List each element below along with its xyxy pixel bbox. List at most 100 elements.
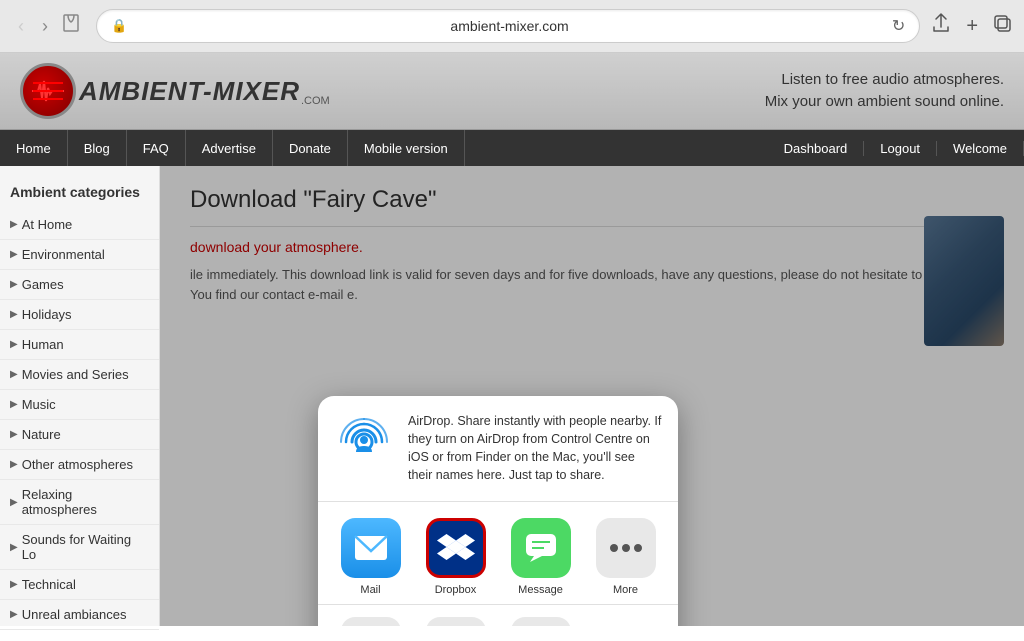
nav-dashboard[interactable]: Dashboard — [768, 141, 865, 156]
sidebar-arrow: ▶ — [10, 369, 18, 380]
nav-buttons: ‹ › — [12, 12, 86, 41]
sidebar-label: Unreal ambiances — [22, 607, 127, 622]
copy-icon — [426, 617, 486, 627]
sidebar-label: Music — [22, 397, 56, 412]
share-dropbox[interactable]: Dropbox — [421, 518, 491, 596]
sidebar-arrow: ▶ — [10, 249, 18, 260]
sidebar-label: Holidays — [22, 307, 72, 322]
sidebar-arrow: ▶ — [10, 497, 18, 508]
sidebar-arrow: ▶ — [10, 219, 18, 230]
sidebar-arrow: ▶ — [10, 579, 18, 590]
sidebar-item-technical[interactable]: ▶ Technical — [0, 570, 159, 600]
nav-mobile[interactable]: Mobile version — [348, 130, 465, 166]
sidebar-item-games[interactable]: ▶ Games — [0, 270, 159, 300]
sidebar-item-sounds[interactable]: ▶ Sounds for Waiting Lo — [0, 525, 159, 570]
share-mail[interactable]: Mail — [336, 518, 406, 596]
share-icons-row1: Mail — [318, 502, 678, 605]
sidebar: Ambient categories ▶ At Home ▶ Environme… — [0, 166, 160, 626]
sidebar-arrow: ▶ — [10, 609, 18, 620]
windows-button[interactable] — [992, 13, 1012, 39]
new-tab-button[interactable]: + — [966, 15, 978, 38]
url-text: ambient-mixer.com — [135, 18, 884, 34]
address-bar[interactable]: 🔒 ambient-mixer.com ↻ — [96, 9, 920, 43]
nav-blog[interactable]: Blog — [68, 130, 127, 166]
website: AMBIENT-MIXER .COM Listen to free audio … — [0, 53, 1024, 641]
share-button[interactable] — [930, 12, 952, 40]
logo-area: AMBIENT-MIXER .COM — [20, 63, 330, 119]
logo-icon — [20, 63, 76, 119]
airdrop-text: AirDrop. Share instantly with people nea… — [408, 412, 662, 485]
share-more[interactable]: More — [591, 518, 661, 596]
dropbox-label: Dropbox — [435, 584, 477, 596]
save-files-icon — [341, 617, 401, 627]
nav-logout[interactable]: Logout — [864, 141, 937, 156]
share-popup: AirDrop. Share instantly with people nea… — [318, 396, 678, 626]
message-icon — [511, 518, 571, 578]
browser-actions: + — [930, 12, 1012, 40]
more2-dots-icon — [511, 617, 571, 627]
sidebar-label: Human — [22, 337, 64, 352]
sidebar-arrow: ▶ — [10, 309, 18, 320]
tagline-line1: Listen to free audio atmospheres. — [765, 69, 1004, 92]
sidebar-item-environmental[interactable]: ▶ Environmental — [0, 240, 159, 270]
sidebar-label: Environmental — [22, 247, 105, 262]
sidebar-label: Nature — [22, 427, 61, 442]
sidebar-label: Other atmospheres — [22, 457, 133, 472]
message-label: Message — [518, 584, 563, 596]
sidebar-item-other[interactable]: ▶ Other atmospheres — [0, 450, 159, 480]
sidebar-arrow: ▶ — [10, 542, 18, 553]
sidebar-item-movies[interactable]: ▶ Movies and Series — [0, 360, 159, 390]
site-header: AMBIENT-MIXER .COM Listen to free audio … — [0, 53, 1024, 130]
sidebar-arrow: ▶ — [10, 459, 18, 470]
sidebar-label: Movies and Series — [22, 367, 129, 382]
content-area: Download "Fairy Cave" download your atmo… — [160, 166, 1024, 626]
bookmarks-button[interactable] — [60, 12, 82, 40]
sidebar-item-music[interactable]: ▶ Music — [0, 390, 159, 420]
sidebar-item-nature[interactable]: ▶ Nature — [0, 420, 159, 450]
airdrop-section: AirDrop. Share instantly with people nea… — [318, 396, 678, 502]
logo-text: AMBIENT-MIXER — [79, 76, 300, 107]
share-save-files[interactable]: Save to Files — [336, 617, 406, 627]
mail-icon — [341, 518, 401, 578]
main-layout: Ambient categories ▶ At Home ▶ Environme… — [0, 166, 1024, 626]
nav-faq[interactable]: FAQ — [127, 130, 186, 166]
sidebar-item-at-home[interactable]: ▶ At Home — [0, 210, 159, 240]
nav-welcome[interactable]: Welcome — [937, 141, 1024, 156]
forward-button[interactable]: › — [36, 12, 54, 41]
logo-com: .COM — [301, 95, 330, 107]
site-nav: Home Blog FAQ Advertise Donate Mobile ve… — [0, 130, 1024, 166]
dropbox-icon — [426, 518, 486, 578]
sidebar-label: Technical — [22, 577, 76, 592]
sidebar-arrow: ▶ — [10, 339, 18, 350]
nav-advertise[interactable]: Advertise — [186, 130, 273, 166]
refresh-button[interactable]: ↻ — [892, 16, 905, 36]
sidebar-label: Sounds for Waiting Lo — [22, 532, 149, 562]
sidebar-item-holidays[interactable]: ▶ Holidays — [0, 300, 159, 330]
sidebar-arrow: ▶ — [10, 429, 18, 440]
header-tagline: Listen to free audio atmospheres. Mix yo… — [765, 69, 1004, 114]
share-more2[interactable]: More — [506, 617, 576, 627]
share-copy[interactable]: Copy — [421, 617, 491, 627]
airdrop-description: AirDrop. Share instantly with people nea… — [408, 414, 661, 482]
sidebar-arrow: ▶ — [10, 279, 18, 290]
nav-donate[interactable]: Donate — [273, 130, 348, 166]
back-button[interactable]: ‹ — [12, 12, 30, 41]
sidebar-label: At Home — [22, 217, 73, 232]
more-label: More — [613, 584, 638, 596]
mail-label: Mail — [360, 584, 380, 596]
sidebar-label: Games — [22, 277, 64, 292]
more-dots-icon — [596, 518, 656, 578]
browser-chrome: ‹ › 🔒 ambient-mixer.com ↻ + — [0, 0, 1024, 53]
sidebar-title: Ambient categories — [0, 176, 159, 210]
three-dots — [610, 544, 642, 552]
share-icons-row2: Save to Files Copy — [318, 605, 678, 627]
sidebar-item-human[interactable]: ▶ Human — [0, 330, 159, 360]
sidebar-item-unreal[interactable]: ▶ Unreal ambiances — [0, 600, 159, 630]
nav-home[interactable]: Home — [0, 130, 68, 166]
sidebar-item-relaxing[interactable]: ▶ Relaxing atmospheres — [0, 480, 159, 525]
sidebar-arrow: ▶ — [10, 399, 18, 410]
lock-icon: 🔒 — [111, 18, 127, 34]
airdrop-icon — [334, 412, 394, 472]
share-message[interactable]: Message — [506, 518, 576, 596]
nav-right: Dashboard Logout Welcome — [768, 141, 1024, 156]
